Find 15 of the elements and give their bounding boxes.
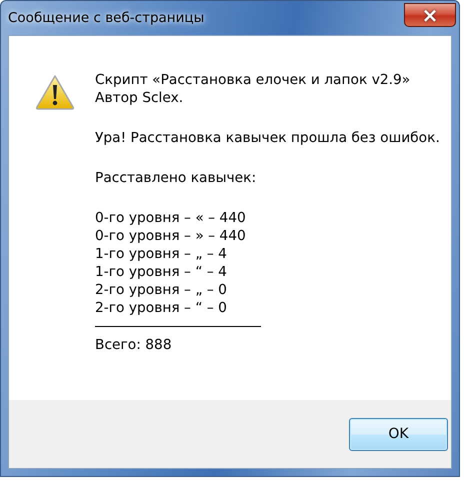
close-button[interactable]: × xyxy=(404,3,456,27)
message-text: 2-го уровня – „ – 0 xyxy=(95,281,228,299)
message-text: Ура! Расстановка кавычек прошла без ошибок. xyxy=(95,129,440,147)
message-text: 1-го уровня – “ – 4 xyxy=(95,263,228,281)
window-title: Сообщение с веб-страницы xyxy=(8,10,204,26)
total-text: Всего: 888 xyxy=(95,336,173,354)
message-text: 0-го уровня – » – 440 xyxy=(95,227,247,245)
message-text: 1-го уровня – „ – 4 xyxy=(95,245,228,263)
ok-button[interactable]: OK xyxy=(349,418,448,450)
message-text: Скрипт «Расстановка елочек и лапок v2.9» xyxy=(95,71,412,89)
message-text: 0-го уровня – « – 440 xyxy=(95,209,247,227)
message-text: 2-го уровня – “ – 0 xyxy=(95,299,228,317)
message-text: Автор Sclex. xyxy=(95,89,184,107)
warning-icon xyxy=(35,74,75,110)
message-text: Расставлено кавычек: xyxy=(95,169,258,187)
